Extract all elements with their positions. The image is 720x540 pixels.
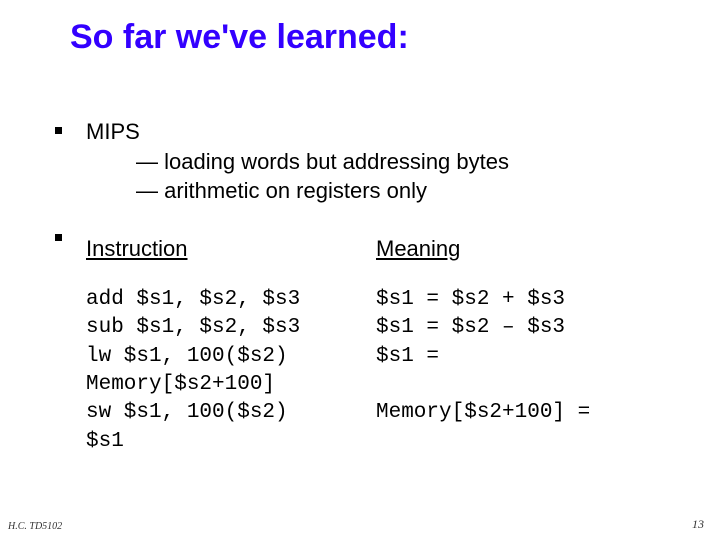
meaning-column: Meaning $s1 = $s2 + $s3 $s1 = $s2 – $s3 … xyxy=(376,236,700,456)
mips-subline-1: — loading words but addressing bytes xyxy=(86,147,509,177)
slide: So far we've learned: MIPS — loading wor… xyxy=(0,0,720,540)
bullet-item-table: Instruction add $s1, $s2, $s3 sub $s1, $… xyxy=(55,224,700,456)
meaning-code: $s1 = $s2 + $s3 $s1 = $s2 – $s3 $s1 = Me… xyxy=(376,286,700,428)
square-bullet-icon xyxy=(55,234,62,241)
bullet-item-mips: MIPS — loading words but addressing byte… xyxy=(55,117,700,206)
instruction-header: Instruction xyxy=(86,236,376,262)
instruction-column: Instruction add $s1, $s2, $s3 sub $s1, $… xyxy=(86,236,376,456)
mips-text-block: MIPS — loading words but addressing byte… xyxy=(86,117,509,206)
meaning-header: Meaning xyxy=(376,236,700,262)
footer-course-code: H.C. TD5102 xyxy=(8,521,62,532)
mips-subline-2: — arithmetic on registers only xyxy=(86,176,509,206)
instruction-meaning-columns: Instruction add $s1, $s2, $s3 sub $s1, $… xyxy=(86,236,700,456)
footer-page-number: 13 xyxy=(692,517,704,532)
slide-content: MIPS — loading words but addressing byte… xyxy=(0,57,720,456)
square-bullet-icon xyxy=(55,127,62,134)
instruction-code: add $s1, $s2, $s3 sub $s1, $s2, $s3 lw $… xyxy=(86,286,376,456)
slide-title: So far we've learned: xyxy=(0,18,720,57)
mips-head: MIPS xyxy=(86,117,509,147)
